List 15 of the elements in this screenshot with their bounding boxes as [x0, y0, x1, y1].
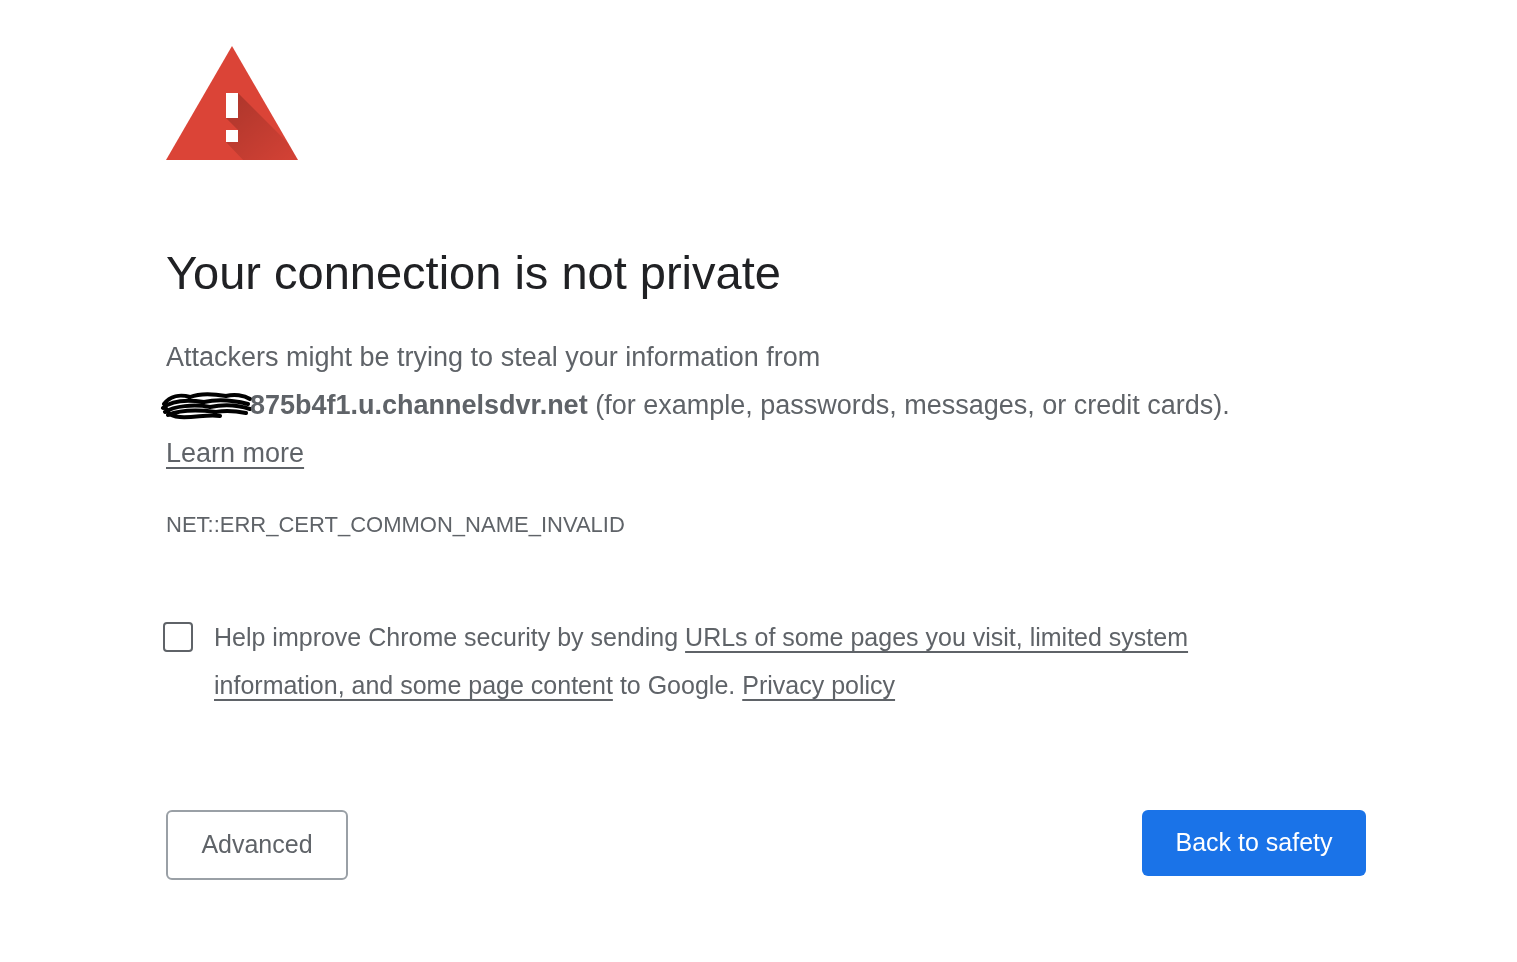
report-link[interactable]: information, and some page content — [214, 661, 613, 709]
report-link[interactable]: Privacy policy — [742, 661, 896, 709]
warning-text: 875b4f1.u.channelsdvr.net (for example, passwords, messages, or credit cards). — [250, 389, 1230, 422]
error-code: NET::ERR_CERT_COMMON_NAME_INVALID — [166, 511, 625, 539]
report-text: to Google. — [619, 670, 736, 701]
warning-text: Attackers might be trying to steal your information from — [166, 341, 821, 374]
page-title: Your connection is not private — [166, 245, 781, 301]
back-to-safety-button[interactable]: Back to safety — [1142, 810, 1366, 876]
scribble-icon — [160, 390, 252, 420]
report-link[interactable]: URLs of some pages you visit, limited system — [685, 613, 1189, 661]
warning-triangle-icon — [166, 46, 298, 160]
advanced-button[interactable]: Advanced — [166, 810, 348, 880]
checkbox[interactable] — [163, 622, 193, 652]
report-text: Help improve Chrome security by sending — [214, 622, 679, 653]
learn-more-link[interactable]: Learn more — [166, 429, 305, 477]
